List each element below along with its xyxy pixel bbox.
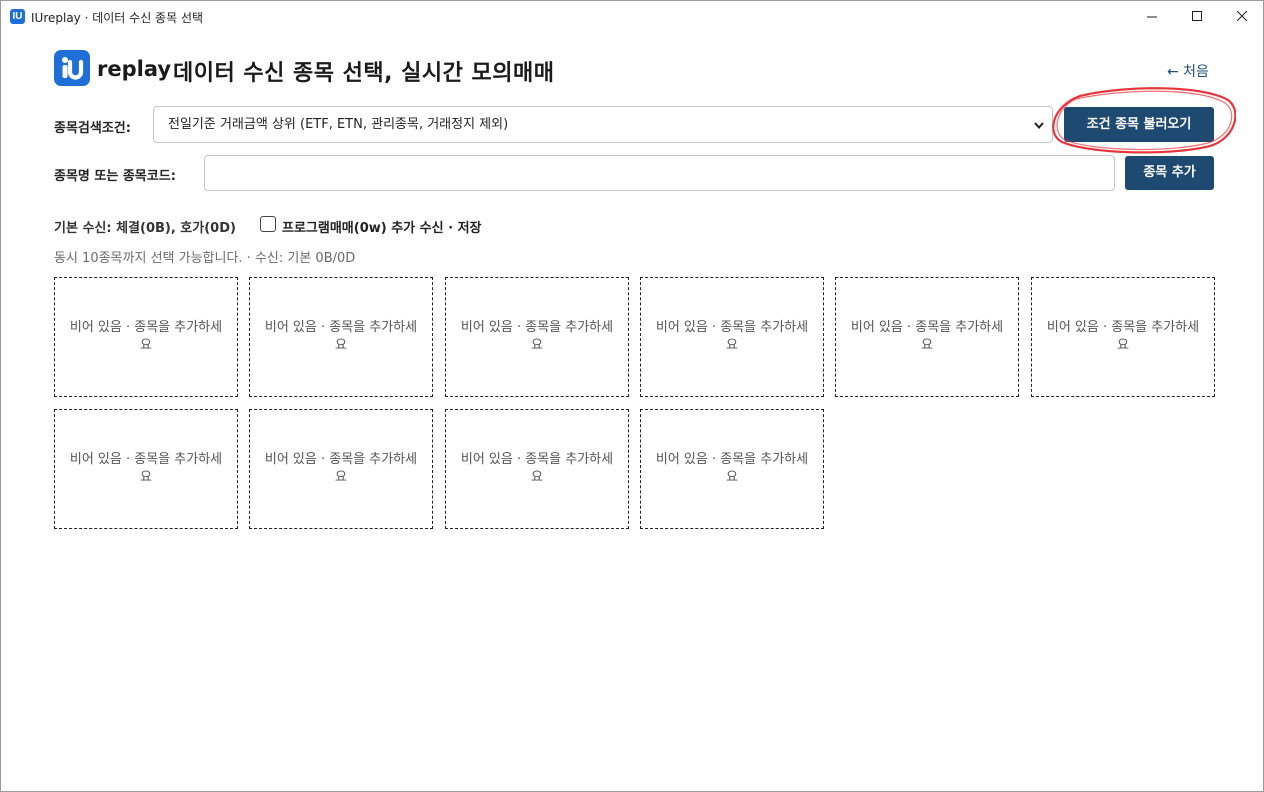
selection-hint: 동시 10종목까지 선택 가능합니다. · 수신: 기본 0B/0D (54, 251, 356, 266)
app-window: IU IUreplay · 데이터 수신 종목 선택 replay 데이터 수신… (0, 0, 1264, 792)
search-condition-label: 종목검색조건: (54, 121, 131, 136)
slot-placeholder-text: 비어 있음 · 종목을 추가하세요 (460, 452, 614, 485)
slot-placeholder-text: 비어 있음 · 종목을 추가하세요 (264, 452, 418, 485)
title-bar: IU IUreplay · 데이터 수신 종목 선택 (1, 1, 1263, 32)
close-icon (1236, 11, 1247, 22)
stock-slot[interactable]: 비어 있음 · 종목을 추가하세요 (249, 277, 433, 397)
maximize-icon (1191, 11, 1202, 21)
window-title: IUreplay · 데이터 수신 종목 선택 (31, 11, 204, 25)
add-stock-button[interactable]: 종목 추가 (1125, 156, 1214, 190)
stock-slot[interactable]: 비어 있음 · 종목을 추가하세요 (835, 277, 1019, 397)
slot-placeholder-text: 비어 있음 · 종목을 추가하세요 (264, 320, 418, 353)
program-trading-checkbox[interactable] (260, 216, 276, 232)
stock-slot[interactable]: 비어 있음 · 종목을 추가하세요 (249, 409, 433, 529)
stock-slot[interactable]: 비어 있음 · 종목을 추가하세요 (54, 277, 238, 397)
slot-placeholder-text: 비어 있음 · 종목을 추가하세요 (69, 452, 223, 485)
search-condition-select[interactable]: 전일기준 거래금액 상위 (ETF, ETN, 관리종목, 거래정지 제외) (153, 106, 1053, 143)
stock-slot[interactable]: 비어 있음 · 종목을 추가하세요 (1031, 277, 1215, 397)
slot-placeholder-text: 비어 있음 · 종목을 추가하세요 (655, 452, 809, 485)
page-title: 데이터 수신 종목 선택, 실시간 모의매매 (173, 61, 555, 86)
stock-slot[interactable]: 비어 있음 · 종목을 추가하세요 (640, 277, 824, 397)
stock-name-code-label: 종목명 또는 종목코드: (54, 169, 176, 184)
base-reception-info: 기본 수신: 체결(0B), 호가(0D) (54, 221, 236, 236)
search-condition-value: 전일기준 거래금액 상위 (ETF, ETN, 관리종목, 거래정지 제외) (168, 117, 509, 132)
minimize-icon (1146, 16, 1157, 18)
stock-slot[interactable]: 비어 있음 · 종목을 추가하세요 (445, 409, 629, 529)
close-button[interactable] (1219, 1, 1264, 32)
maximize-button[interactable] (1174, 1, 1220, 32)
minimize-button[interactable] (1129, 1, 1175, 32)
program-trading-checkbox-label[interactable]: 프로그램매매(0w) 추가 수신 · 저장 (282, 217, 482, 236)
back-to-start-link[interactable]: ← 처음 (1167, 61, 1209, 81)
chevron-down-icon (1034, 122, 1044, 130)
slot-placeholder-text: 비어 있음 · 종목을 추가하세요 (460, 320, 614, 353)
load-condition-stocks-button[interactable]: 조건 종목 불러오기 (1064, 107, 1214, 142)
slot-placeholder-text: 비어 있음 · 종목을 추가하세요 (850, 320, 1004, 353)
stock-slot[interactable]: 비어 있음 · 종목을 추가하세요 (54, 409, 238, 529)
slot-placeholder-text: 비어 있음 · 종목을 추가하세요 (1046, 320, 1200, 353)
slot-placeholder-text: 비어 있음 · 종목을 추가하세요 (69, 320, 223, 353)
iu-logo-icon (62, 57, 84, 80)
brand-name: replay (97, 57, 172, 81)
stock-slot[interactable]: 비어 있음 · 종목을 추가하세요 (640, 409, 824, 529)
app-icon: IU (10, 9, 25, 24)
stock-name-code-input[interactable] (204, 155, 1115, 191)
app-logo (54, 50, 90, 86)
stock-slot[interactable]: 비어 있음 · 종목을 추가하세요 (445, 277, 629, 397)
slot-placeholder-text: 비어 있음 · 종목을 추가하세요 (655, 320, 809, 353)
